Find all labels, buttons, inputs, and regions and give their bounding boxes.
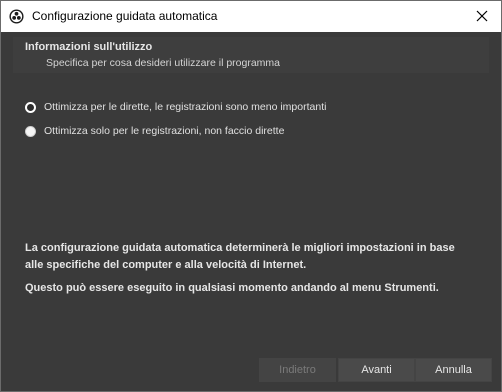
wizard-window: Configurazione guidata automatica Inform…	[0, 0, 502, 392]
info-text-secondary: Questo può essere eseguito in qualsiasi …	[25, 282, 439, 294]
back-button[interactable]: Indietro	[259, 358, 336, 382]
page-title: Informazioni sull'utilizzo	[25, 41, 153, 53]
window-title: Configurazione guidata automatica	[32, 9, 218, 23]
next-button[interactable]: Avanti	[338, 358, 415, 382]
radio-button-unchecked[interactable]	[25, 125, 36, 137]
radio-label-streaming: Ottimizza per le dirette, le registrazio…	[44, 101, 327, 113]
info-text-primary: La configurazione guidata automatica det…	[25, 242, 455, 271]
radio-option-streaming[interactable]: Ottimizza per le dirette, le registrazio…	[25, 99, 326, 115]
wizard-content: Informazioni sull'utilizzo Specifica per…	[1, 32, 501, 391]
obs-logo-icon	[9, 9, 24, 24]
cancel-button[interactable]: Annulla	[415, 358, 492, 382]
radio-option-recording[interactable]: Ottimizza solo per le registrazioni, non…	[25, 123, 284, 139]
radio-button-checked[interactable]	[25, 101, 36, 113]
title-bar[interactable]: Configurazione guidata automatica	[1, 1, 501, 32]
close-icon[interactable]	[473, 7, 491, 25]
radio-label-recording: Ottimizza solo per le registrazioni, non…	[44, 125, 285, 137]
page-subtitle: Specifica per cosa desideri utilizzare i…	[46, 57, 281, 69]
